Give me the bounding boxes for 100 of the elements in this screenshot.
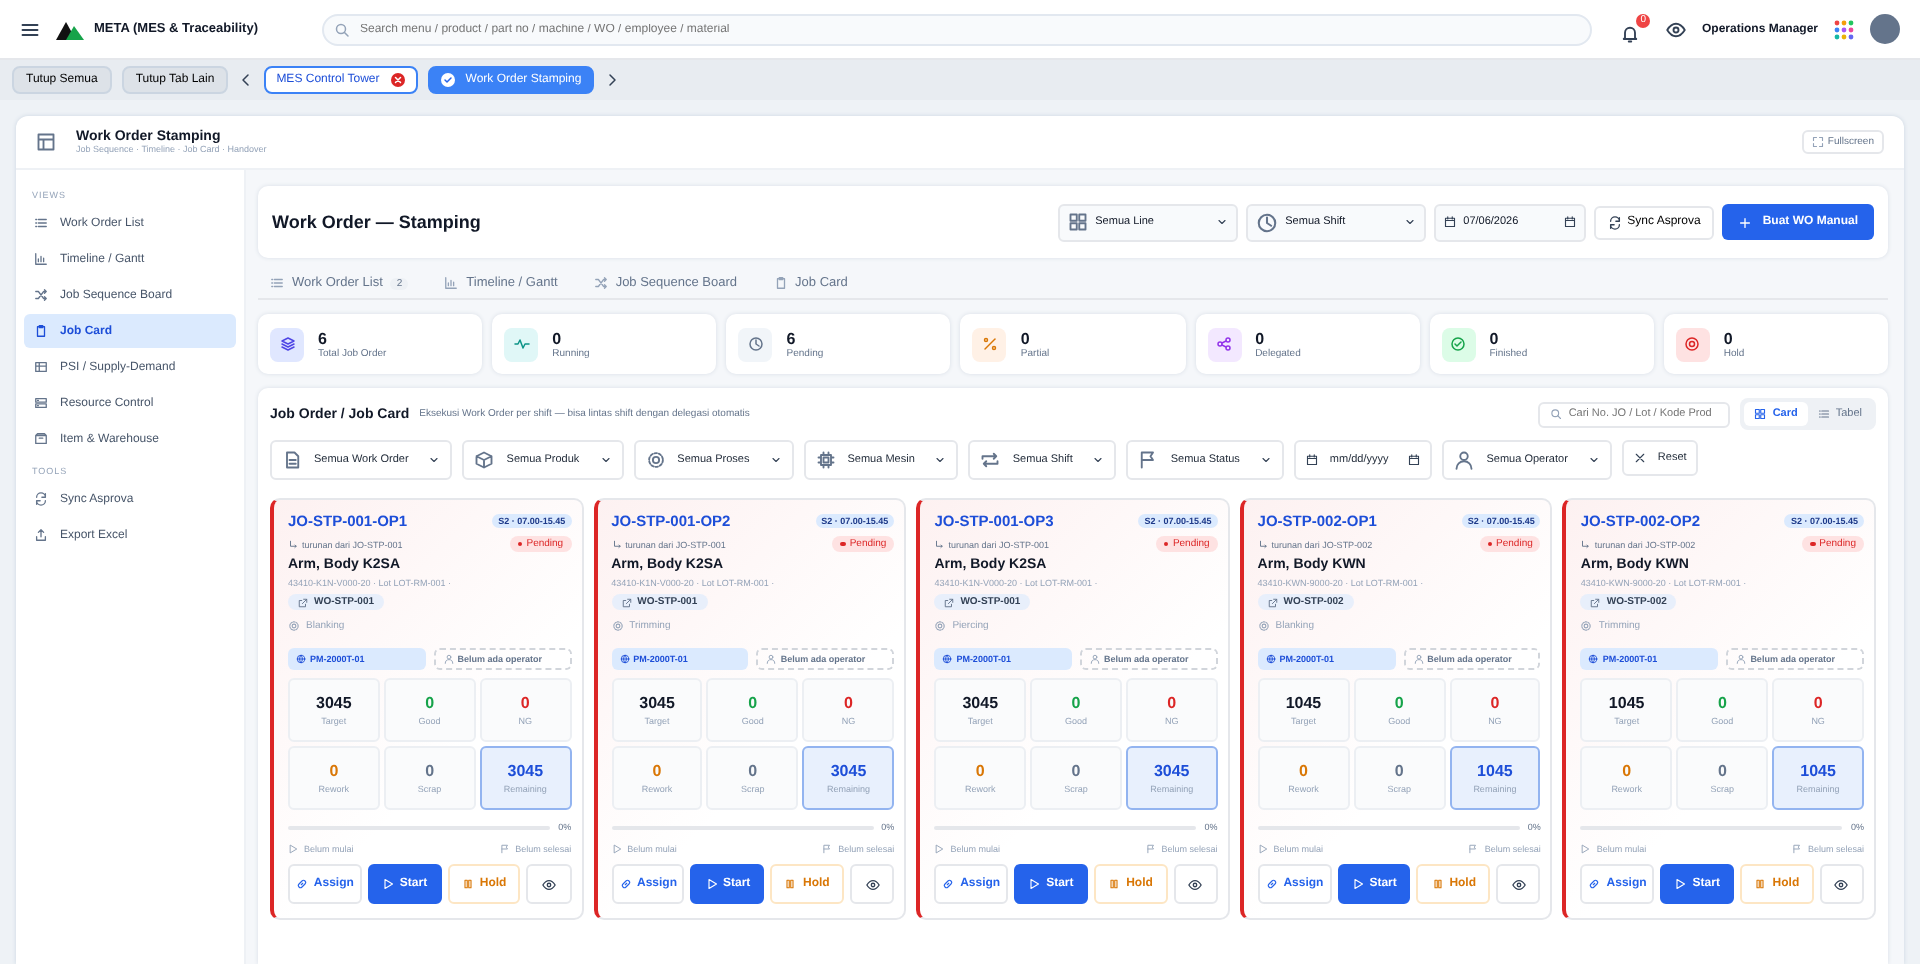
- close-icon: [389, 72, 406, 88]
- link-icon: [1265, 878, 1278, 890]
- external-link-icon: [1590, 597, 1601, 607]
- chip-icon: [815, 450, 836, 470]
- play-icon: [934, 844, 945, 854]
- repeat-icon: [980, 450, 1001, 470]
- globe-icon: [1265, 654, 1276, 664]
- grid-icon: [1754, 408, 1767, 420]
- globe-icon: [296, 654, 306, 664]
- gear-icon: [1257, 620, 1270, 632]
- link-icon: [295, 878, 308, 890]
- list-icon: [34, 216, 48, 230]
- bell-icon: [1619, 24, 1640, 44]
- metric-value: 0: [1071, 694, 1081, 712]
- metric-value: 1045: [1800, 762, 1836, 780]
- plus-icon: [1738, 215, 1753, 229]
- avatar[interactable]: [1870, 14, 1900, 44]
- menu-button[interactable]: [20, 19, 40, 39]
- flag-icon: [1145, 844, 1156, 854]
- chevron-down-icon: [428, 454, 441, 466]
- chevron-down-icon: [934, 454, 947, 466]
- chevron-down-icon: [1215, 216, 1228, 228]
- metric-value: 3045: [639, 694, 675, 712]
- check-circle-icon: [439, 72, 456, 88]
- metric-value: 0: [1717, 694, 1727, 712]
- calendar-icon: [1563, 216, 1576, 228]
- chevron-right-icon: [603, 72, 620, 88]
- link-icon: [942, 878, 955, 890]
- chevron-down-icon: [769, 454, 782, 466]
- shuffle-icon: [593, 276, 608, 290]
- calendar-icon: [1305, 454, 1318, 466]
- view-button[interactable]: [526, 864, 572, 904]
- play-icon: [611, 844, 622, 854]
- branch-icon: [611, 539, 622, 549]
- globe-icon: [619, 654, 630, 664]
- user-icon: [1413, 654, 1424, 664]
- scroll-right-button[interactable]: [603, 72, 620, 88]
- menu-icon: [20, 19, 40, 39]
- eye-icon: [1188, 877, 1203, 891]
- play-icon: [1351, 878, 1364, 890]
- play-icon: [381, 878, 394, 890]
- view-button[interactable]: [850, 864, 895, 904]
- view-button[interactable]: [1819, 864, 1864, 904]
- metric-value: 0: [1490, 694, 1500, 712]
- stat-value: 6: [318, 329, 329, 347]
- apps-grid-icon[interactable]: [1834, 19, 1854, 39]
- metric-value: 0: [425, 694, 435, 712]
- user-icon: [1089, 654, 1100, 664]
- metric-value: 0: [329, 762, 339, 780]
- play-icon: [1028, 878, 1041, 890]
- percent-icon: [981, 336, 998, 352]
- box-icon: [34, 432, 48, 446]
- chevron-down-icon: [1092, 454, 1105, 466]
- metric-value: 0: [975, 762, 985, 780]
- stop-circle-icon: [1684, 336, 1701, 352]
- metric-value: 1045: [1477, 762, 1513, 780]
- flag-icon: [1791, 844, 1802, 854]
- scroll-left-button[interactable]: [238, 72, 255, 88]
- export-icon: [34, 528, 48, 542]
- user-icon: [1736, 654, 1747, 664]
- stat-value: 0: [1489, 329, 1501, 347]
- view-button[interactable]: [1173, 864, 1218, 904]
- stat-value: 0: [1020, 329, 1032, 347]
- play-icon: [1257, 844, 1268, 854]
- metric-value: 0: [844, 694, 853, 712]
- user-icon: [443, 654, 454, 664]
- section-title: Work Order — Stamping: [272, 212, 483, 232]
- external-link-icon: [944, 597, 955, 607]
- stat-value: 6: [786, 329, 798, 347]
- shuffle-icon: [34, 288, 48, 302]
- server-icon: [34, 396, 48, 410]
- visibility-button[interactable]: [1665, 19, 1686, 39]
- metric-value: 0: [748, 694, 758, 712]
- expand-icon: [1811, 136, 1824, 148]
- flag-icon: [822, 844, 833, 854]
- metric-value: 0: [1299, 762, 1308, 780]
- metric-value: 3045: [507, 762, 544, 780]
- stat-value: 0: [552, 329, 564, 347]
- bar-chart-icon: [444, 276, 459, 290]
- table-icon: [34, 360, 48, 374]
- sync-icon: [1607, 215, 1622, 229]
- eye-icon: [542, 877, 557, 891]
- metric-value: 0: [1394, 762, 1404, 780]
- metric-value: 0: [748, 762, 758, 780]
- chevron-down-icon: [1403, 216, 1416, 228]
- flag-icon: [499, 844, 510, 854]
- branch-icon: [934, 539, 945, 549]
- link-icon: [1588, 878, 1601, 890]
- stat-value: 0: [1723, 329, 1735, 347]
- list-icon: [270, 276, 284, 290]
- list-icon: [1817, 408, 1830, 420]
- chevron-down-icon: [599, 454, 612, 466]
- view-button[interactable]: [1496, 864, 1541, 904]
- layers-icon: [279, 336, 295, 352]
- clock-icon: [1255, 211, 1278, 233]
- pause-icon: [1754, 878, 1767, 890]
- calendar-icon: [1443, 216, 1456, 228]
- external-link-icon: [621, 597, 632, 607]
- user-icon: [1454, 450, 1475, 470]
- branch-icon: [1257, 539, 1268, 549]
